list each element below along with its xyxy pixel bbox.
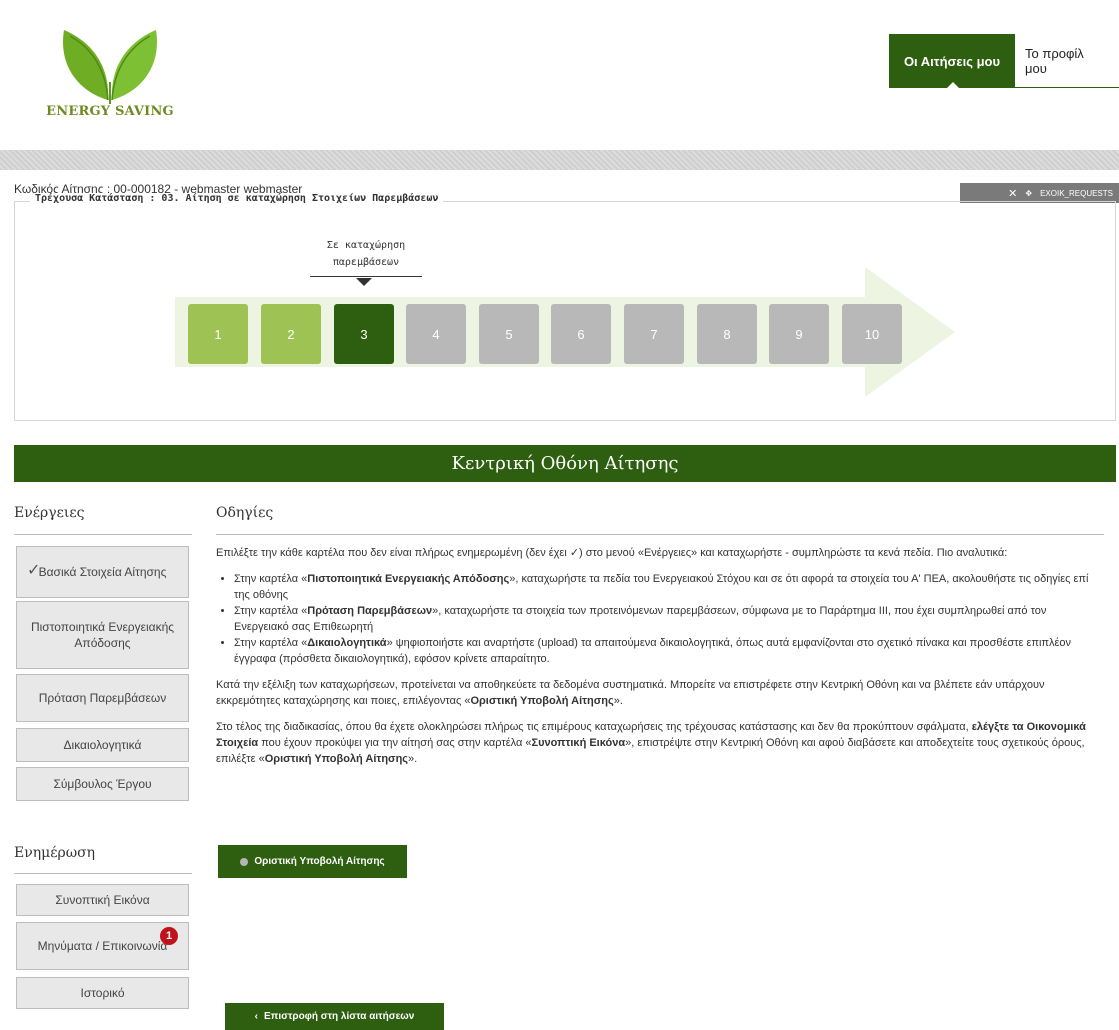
step-2: 2 <box>261 304 321 364</box>
step-3: 3 <box>334 304 394 364</box>
current-status: Τρέχουσα Κατάσταση : 03. Αίτηση σε καταχ… <box>30 193 444 204</box>
step-5: 5 <box>479 304 539 364</box>
instructions-bullet-2: Στην καρτέλα «Πρόταση Παρεμβάσεων», κατα… <box>234 603 1104 635</box>
actions-title: Ενέργειες <box>14 505 85 521</box>
exit-requests-button[interactable]: ✕ ✥ EXOIK_REQUESTS <box>960 183 1119 203</box>
step-10: 10 <box>842 304 902 364</box>
final-submit-button[interactable]: Οριστική Υποβολή Αίτησης <box>218 845 407 878</box>
logo-text: ENERGY SAVING <box>46 104 174 119</box>
back-to-list-button[interactable]: ‹ Επιστροφή στη λίστα αιτήσεων <box>225 1003 444 1030</box>
nav-my-requests[interactable]: Οι Αιτήσεις μου <box>889 34 1015 89</box>
current-stage-label: Σε καταχώρηση παρεμβάσεων <box>326 240 406 268</box>
instructions-paragraph-3: Στο τέλος της διαδικασίας, όπου θα έχετε… <box>216 721 1086 765</box>
sidebar-item-energy-certificates[interactable]: Πιστοποιητικά Ενεργειακής Απόδοσης <box>16 601 189 669</box>
exit-label: EXOIK_REQUESTS <box>1040 188 1113 198</box>
close-icon: ✕ <box>1008 187 1018 200</box>
step-8: 8 <box>697 304 757 364</box>
sidebar-item-history[interactable]: Ιστορικό <box>16 977 189 1009</box>
step-1: 1 <box>188 304 248 364</box>
header-divider <box>0 150 1119 170</box>
instructions-title: Οδηγίες <box>216 505 274 521</box>
leaves-icon <box>63 30 157 104</box>
checkmark-icon: ✓ <box>27 562 41 579</box>
instructions-paragraph-1: Επιλέξτε την κάθε καρτέλα που δεν είναι … <box>216 547 1008 559</box>
instructions-divider <box>216 534 1104 535</box>
sidebar-item-basic-info[interactable]: ✓ Βασικά Στοιχεία Αίτησης <box>16 546 189 598</box>
move-icon: ✥ <box>1025 188 1033 198</box>
actions-divider <box>14 534 192 535</box>
sidebar-item-project-advisor[interactable]: Σύμβουλος Έργου <box>16 767 189 801</box>
instructions-bullet-3: Στην καρτέλα «Δικαιολογητικά» ψηφιοποιήσ… <box>234 635 1104 667</box>
instructions-bullet-1: Στην καρτέλα «Πιστοποιητικά Ενεργειακής … <box>234 571 1104 603</box>
notification-badge: 1 <box>160 927 178 945</box>
step-9: 9 <box>769 304 829 364</box>
header: ENERGY SAVING Οι Αιτήσεις μου Το προφίλ … <box>0 0 1119 150</box>
info-divider <box>14 873 192 874</box>
sidebar-item-messages[interactable]: Μηνύματα / Επικοινωνία 1 <box>16 922 189 970</box>
instructions-body: Επιλέξτε την κάθε καρτέλα που δεν είναι … <box>216 545 1104 777</box>
step-6: 6 <box>551 304 611 364</box>
instructions-paragraph-2: Κατά την εξέλιξη των καταχωρήσεων, προτε… <box>216 679 1045 707</box>
info-title: Ενημέρωση <box>14 845 96 861</box>
sidebar-item-intervention-proposal[interactable]: Πρόταση Παρεμβάσεων <box>16 674 189 722</box>
central-screen-title: Κεντρική Οθόνη Αίτησης <box>14 445 1116 482</box>
step-7: 7 <box>624 304 684 364</box>
nav-my-profile[interactable]: Το προφίλ μου <box>1015 34 1119 88</box>
energy-saving-logo[interactable]: ENERGY SAVING <box>40 12 180 132</box>
radio-dot-icon <box>240 857 249 866</box>
stage-pointer-icon <box>356 278 372 286</box>
instructions-list: Στην καρτέλα «Πιστοποιητικά Ενεργειακής … <box>216 571 1104 667</box>
chevron-left-icon: ‹ <box>254 1011 258 1022</box>
step-4: 4 <box>406 304 466 364</box>
stage-underline <box>310 276 422 277</box>
sidebar-item-summary[interactable]: Συνοπτική Εικόνα <box>16 884 189 916</box>
top-nav: Οι Αιτήσεις μου Το προφίλ μου <box>889 34 1119 89</box>
sidebar-item-documents[interactable]: Δικαιολογητικά <box>16 728 189 762</box>
